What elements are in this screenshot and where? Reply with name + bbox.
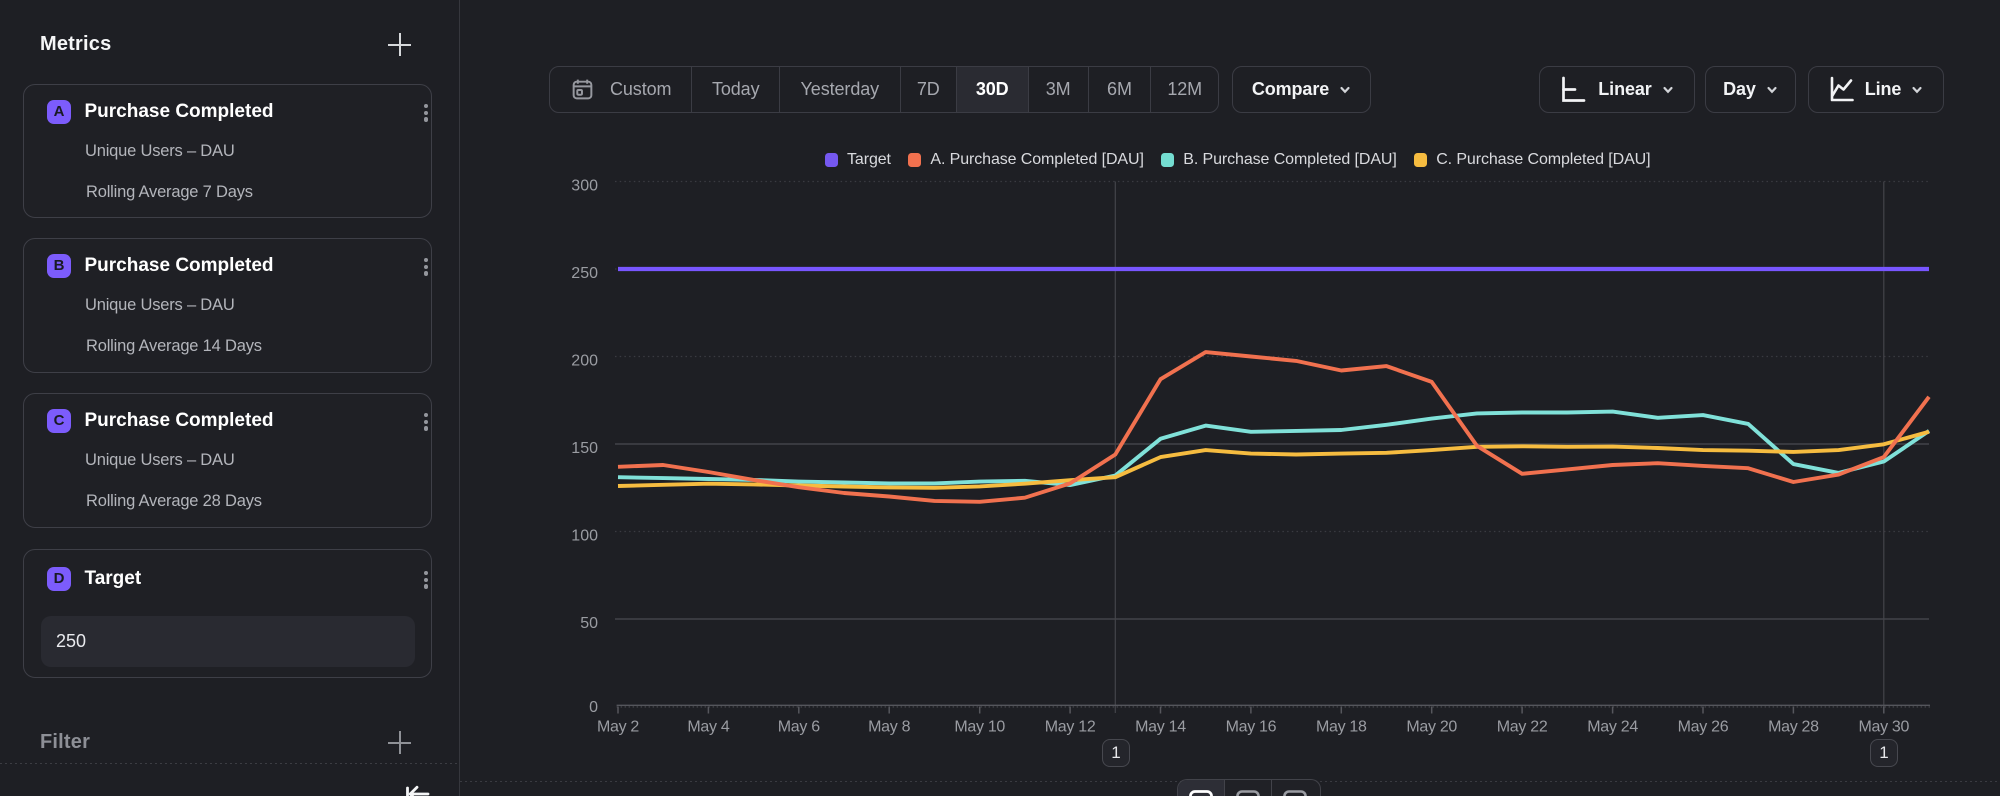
svg-text:May 22: May 22 — [1497, 719, 1548, 736]
svg-text:May 14: May 14 — [1135, 719, 1186, 736]
svg-text:May 28: May 28 — [1768, 719, 1819, 736]
svg-text:May 12: May 12 — [1045, 719, 1096, 736]
svg-text:May 30: May 30 — [1858, 719, 1909, 736]
svg-text:200: 200 — [571, 352, 598, 369]
svg-text:300: 300 — [571, 177, 598, 194]
svg-text:250: 250 — [571, 265, 598, 282]
svg-text:May 18: May 18 — [1316, 719, 1367, 736]
svg-text:May 4: May 4 — [687, 719, 729, 736]
svg-text:May 24: May 24 — [1587, 719, 1638, 736]
svg-text:100: 100 — [571, 527, 598, 544]
svg-text:0: 0 — [589, 699, 598, 716]
svg-text:50: 50 — [580, 615, 598, 632]
svg-text:May 2: May 2 — [597, 719, 639, 736]
svg-text:May 26: May 26 — [1678, 719, 1729, 736]
svg-text:May 8: May 8 — [868, 719, 910, 736]
svg-text:150: 150 — [571, 440, 598, 457]
svg-text:May 20: May 20 — [1406, 719, 1457, 736]
svg-text:May 16: May 16 — [1226, 719, 1277, 736]
svg-text:May 10: May 10 — [954, 719, 1005, 736]
svg-text:May 6: May 6 — [778, 719, 820, 736]
